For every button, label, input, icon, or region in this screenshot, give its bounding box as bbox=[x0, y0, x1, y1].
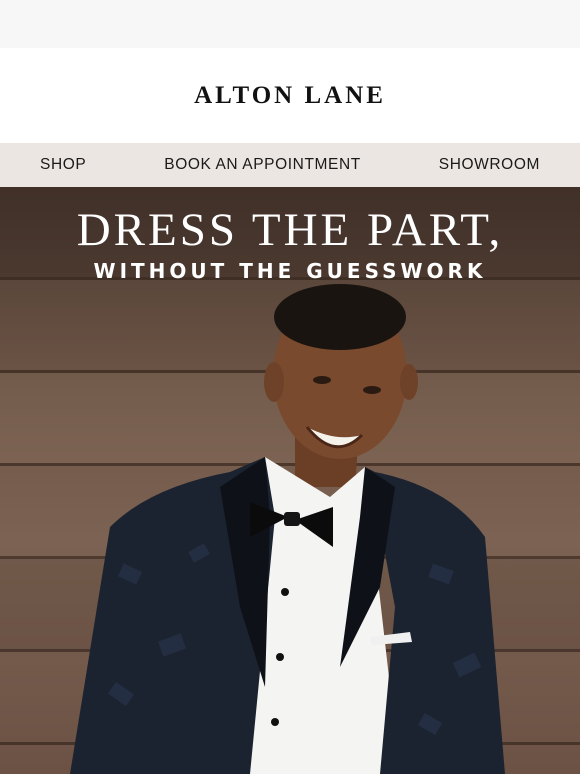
nav-item-book-appointment[interactable]: BOOK AN APPOINTMENT bbox=[164, 156, 361, 174]
nav-item-shop[interactable]: SHOP bbox=[40, 156, 86, 174]
preheader-strip bbox=[0, 0, 580, 48]
nav-item-showroom[interactable]: SHOWROOM bbox=[439, 156, 540, 174]
hero-subheading: WITHOUT THE GUESSWORK bbox=[93, 259, 487, 283]
hero-banner[interactable]: DRESS THE PART, WITHOUT THE GUESSWORK bbox=[0, 187, 580, 774]
brand-logo[interactable]: ALTON LANE bbox=[194, 82, 386, 110]
main-nav: SHOP BOOK AN APPOINTMENT SHOWROOM bbox=[0, 143, 580, 187]
hero-heading: DRESS THE PART, bbox=[76, 204, 504, 256]
email-header: ALTON LANE bbox=[0, 48, 580, 143]
